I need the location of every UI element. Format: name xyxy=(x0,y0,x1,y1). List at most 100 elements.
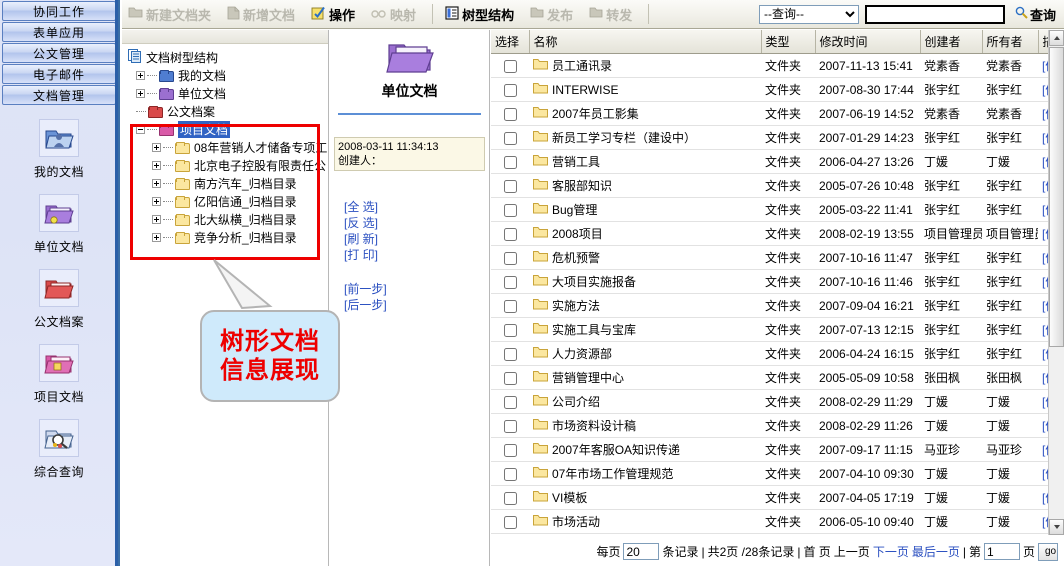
select-all-link[interactable]: [全 选] xyxy=(344,199,489,215)
prev-page-link[interactable]: 上一页 xyxy=(834,543,870,560)
row-name-cell[interactable]: 人力资源部 xyxy=(529,342,761,366)
tree-node[interactable]: 北京电子控股有限责任公 xyxy=(128,156,328,174)
scroll-up-button[interactable] xyxy=(1049,30,1064,46)
search-input[interactable] xyxy=(865,5,1005,24)
row-checkbox[interactable] xyxy=(504,492,517,505)
nav-button-forms[interactable]: 表单应用 xyxy=(2,22,116,42)
row-checkbox[interactable] xyxy=(504,420,517,433)
tree-expand-icon[interactable] xyxy=(152,197,161,206)
table-row[interactable]: 市场活动文件夹2006-05-10 09:40丁媛丁媛[修改] xyxy=(491,510,1064,534)
row-name-cell[interactable]: 2007年客服OA知识传递 xyxy=(529,438,761,462)
go-button[interactable]: go xyxy=(1038,543,1058,561)
table-row[interactable]: VI模板文件夹2007-04-05 17:19丁媛丁媛[修改] xyxy=(491,486,1064,510)
next-step-link[interactable]: [后一步] xyxy=(344,297,489,313)
row-name-cell[interactable]: VI模板 xyxy=(529,486,761,510)
row-checkbox[interactable] xyxy=(504,324,517,337)
tree-collapse-icon[interactable] xyxy=(136,125,145,134)
row-name-cell[interactable]: 市场活动 xyxy=(529,510,761,534)
table-row[interactable]: 人力资源部文件夹2006-04-24 16:15张宇红张宇红[修改] xyxy=(491,342,1064,366)
row-name-cell[interactable]: 大项目实施报备 xyxy=(529,270,761,294)
toolbar-tree-structure-button[interactable]: 树型结构 xyxy=(439,0,524,28)
scroll-down-button[interactable] xyxy=(1049,519,1064,535)
row-checkbox[interactable] xyxy=(504,396,517,409)
row-checkbox[interactable] xyxy=(504,516,517,529)
nav-button-official-docs[interactable]: 公文管理 xyxy=(2,43,116,63)
row-checkbox[interactable] xyxy=(504,228,517,241)
tree-node[interactable]: 南方汽车_归档目录 xyxy=(128,174,328,192)
column-header-select[interactable]: 选择 xyxy=(491,30,529,54)
nav-button-email[interactable]: 电子邮件 xyxy=(2,64,116,84)
row-checkbox[interactable] xyxy=(504,372,517,385)
row-name-cell[interactable]: 员工通讯录 xyxy=(529,54,761,78)
toolbar-publish-button[interactable]: 发布 xyxy=(524,0,583,28)
tree-expand-icon[interactable] xyxy=(152,233,161,242)
table-row[interactable]: 营销工具文件夹2006-04-27 13:26丁媛丁媛[修改] xyxy=(491,150,1064,174)
column-header-modified-time[interactable]: 修改时间 xyxy=(815,30,920,54)
row-name-cell[interactable]: 营销工具 xyxy=(529,150,761,174)
table-row[interactable]: 新员工学习专栏（建设中）文件夹2007-01-29 14:23张宇红张宇红[修改… xyxy=(491,126,1064,150)
tree-node[interactable]: 我的文档 xyxy=(128,66,328,84)
row-checkbox[interactable] xyxy=(504,204,517,217)
table-row[interactable]: 实施工具与宝库文件夹2007-07-13 12:15张宇红张宇红[修改] xyxy=(491,318,1064,342)
next-page-link[interactable]: 下一页 xyxy=(873,543,909,560)
toolbar-new-folder-button[interactable]: 新建文档夹 xyxy=(122,0,221,28)
row-name-cell[interactable]: 07年市场工作管理规范 xyxy=(529,462,761,486)
row-checkbox[interactable] xyxy=(504,300,517,313)
toolbar-new-document-button[interactable]: 新增文档 xyxy=(221,0,305,28)
row-name-cell[interactable]: 新员工学习专栏（建设中） xyxy=(529,126,761,150)
row-checkbox[interactable] xyxy=(504,156,517,169)
row-checkbox[interactable] xyxy=(504,348,517,361)
query-type-select[interactable]: --查询-- xyxy=(759,5,859,24)
sidebar-item-project-documents[interactable]: 项目文档 xyxy=(0,344,118,405)
table-row[interactable]: 营销管理中心文件夹2005-05-09 10:58张田枫张田枫[修改] xyxy=(491,366,1064,390)
tree-expand-icon[interactable] xyxy=(136,89,145,98)
row-name-cell[interactable]: 实施工具与宝库 xyxy=(529,318,761,342)
row-name-cell[interactable]: 2007年员工影集 xyxy=(529,102,761,126)
tree-expand-icon[interactable] xyxy=(152,161,161,170)
row-checkbox[interactable] xyxy=(504,468,517,481)
table-row[interactable]: 2008项目文件夹2008-02-19 13:55项目管理员项目管理员[修改] xyxy=(491,222,1064,246)
refresh-link[interactable]: [刷 新] xyxy=(344,231,489,247)
invert-selection-link[interactable]: [反 选] xyxy=(344,215,489,231)
table-row[interactable]: 危机预警文件夹2007-10-16 11:47张宇红张宇红[修改] xyxy=(491,246,1064,270)
row-name-cell[interactable]: 危机预警 xyxy=(529,246,761,270)
table-row[interactable]: 2007年客服OA知识传递文件夹2007-09-17 11:15马亚珍马亚珍[修… xyxy=(491,438,1064,462)
tree-node[interactable]: 亿阳信通_归档目录 xyxy=(128,192,328,210)
tree-node[interactable]: 竞争分析_归档目录 xyxy=(128,228,328,246)
row-name-cell[interactable]: 市场资料设计稿 xyxy=(529,414,761,438)
search-button[interactable]: 查询 xyxy=(1015,5,1056,24)
tree-expand-icon[interactable] xyxy=(152,143,161,152)
sidebar-item-official-archive[interactable]: 公文档案 xyxy=(0,269,118,330)
tree-expand-icon[interactable] xyxy=(152,179,161,188)
last-page-link[interactable]: 最后一页 xyxy=(912,543,960,560)
row-checkbox[interactable] xyxy=(504,84,517,97)
toolbar-forward-button[interactable]: 转发 xyxy=(583,0,642,28)
tree-expand-icon[interactable] xyxy=(136,71,145,80)
table-row[interactable]: 实施方法文件夹2007-09-04 16:21张宇红张宇红[修改] xyxy=(491,294,1064,318)
toolbar-operation-button[interactable]: 操作 xyxy=(305,0,365,28)
table-row[interactable]: INTERWISE文件夹2007-08-30 17:44张宇红张宇红[修改] xyxy=(491,78,1064,102)
per-page-input[interactable] xyxy=(623,543,659,560)
row-checkbox[interactable] xyxy=(504,252,517,265)
table-row[interactable]: 员工通讯录文件夹2007-11-13 15:41党素香党素香[修改] xyxy=(491,54,1064,78)
row-name-cell[interactable]: 2008项目 xyxy=(529,222,761,246)
table-row[interactable]: 客服部知识文件夹2005-07-26 10:48张宇红张宇红[修改] xyxy=(491,174,1064,198)
tree-node[interactable]: 公文档案 xyxy=(128,102,328,120)
tree-node[interactable]: 08年营销人才储备专项工 xyxy=(128,138,328,156)
scrollbar-thumb[interactable] xyxy=(1049,47,1064,347)
table-row[interactable]: 2007年员工影集文件夹2007-06-19 14:52党素香党素香[修改] xyxy=(491,102,1064,126)
sidebar-item-my-documents[interactable]: 我的文档 xyxy=(0,119,118,180)
table-row[interactable]: 市场资料设计稿文件夹2008-02-29 11:26丁媛丁媛[修改] xyxy=(491,414,1064,438)
table-row[interactable]: Bug管理文件夹2005-03-22 11:41张宇红张宇红[修改] xyxy=(491,198,1064,222)
row-name-cell[interactable]: Bug管理 xyxy=(529,198,761,222)
column-header-owner[interactable]: 所有者 xyxy=(982,30,1038,54)
tree-root-node[interactable]: 文档树型结构 xyxy=(128,48,328,66)
column-header-creator[interactable]: 创建者 xyxy=(920,30,982,54)
table-row[interactable]: 公司介绍文件夹2008-02-29 11:29丁媛丁媛[修改] xyxy=(491,390,1064,414)
table-vertical-scrollbar[interactable] xyxy=(1048,30,1064,535)
tree-node[interactable]: 单位文档 xyxy=(128,84,328,102)
row-name-cell[interactable]: 营销管理中心 xyxy=(529,366,761,390)
row-name-cell[interactable]: 实施方法 xyxy=(529,294,761,318)
row-name-cell[interactable]: INTERWISE xyxy=(529,78,761,102)
print-link[interactable]: [打 印] xyxy=(344,247,489,263)
